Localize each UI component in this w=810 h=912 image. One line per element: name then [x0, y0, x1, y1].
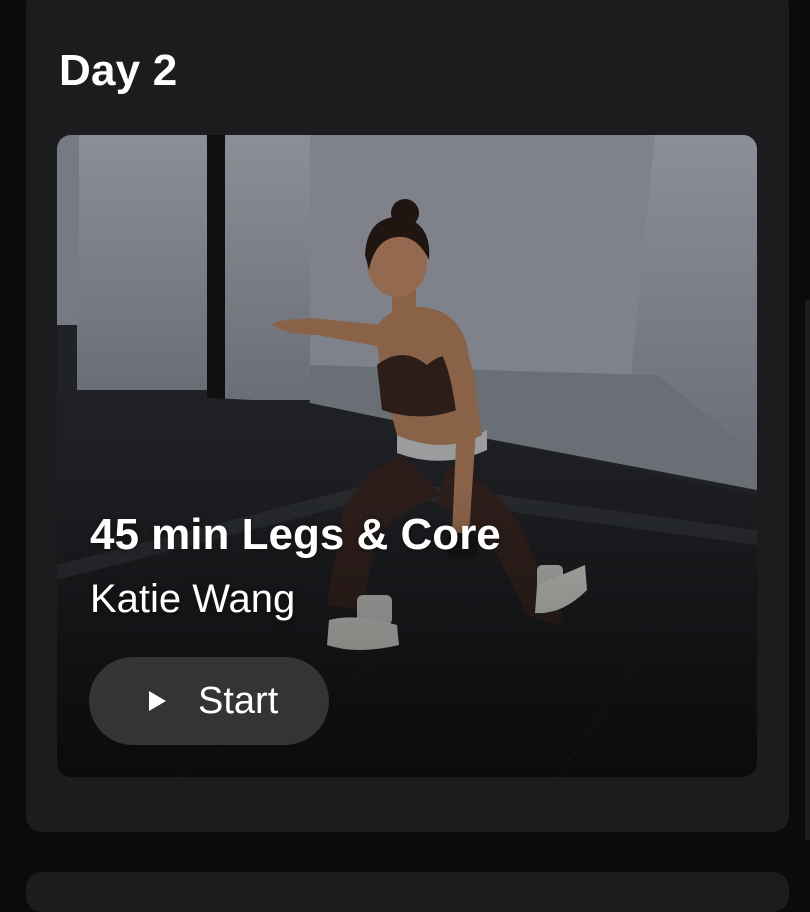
play-icon	[149, 691, 166, 711]
start-button[interactable]: Start	[89, 657, 329, 745]
instructor-name: Katie Wang	[90, 577, 296, 621]
next-day-card[interactable]	[26, 872, 789, 912]
start-button-label: Start	[198, 679, 279, 722]
day-title: Day 2	[59, 46, 178, 95]
workout-title: 45 min Legs & Core	[90, 510, 501, 559]
adjacent-card-edge	[805, 300, 810, 840]
